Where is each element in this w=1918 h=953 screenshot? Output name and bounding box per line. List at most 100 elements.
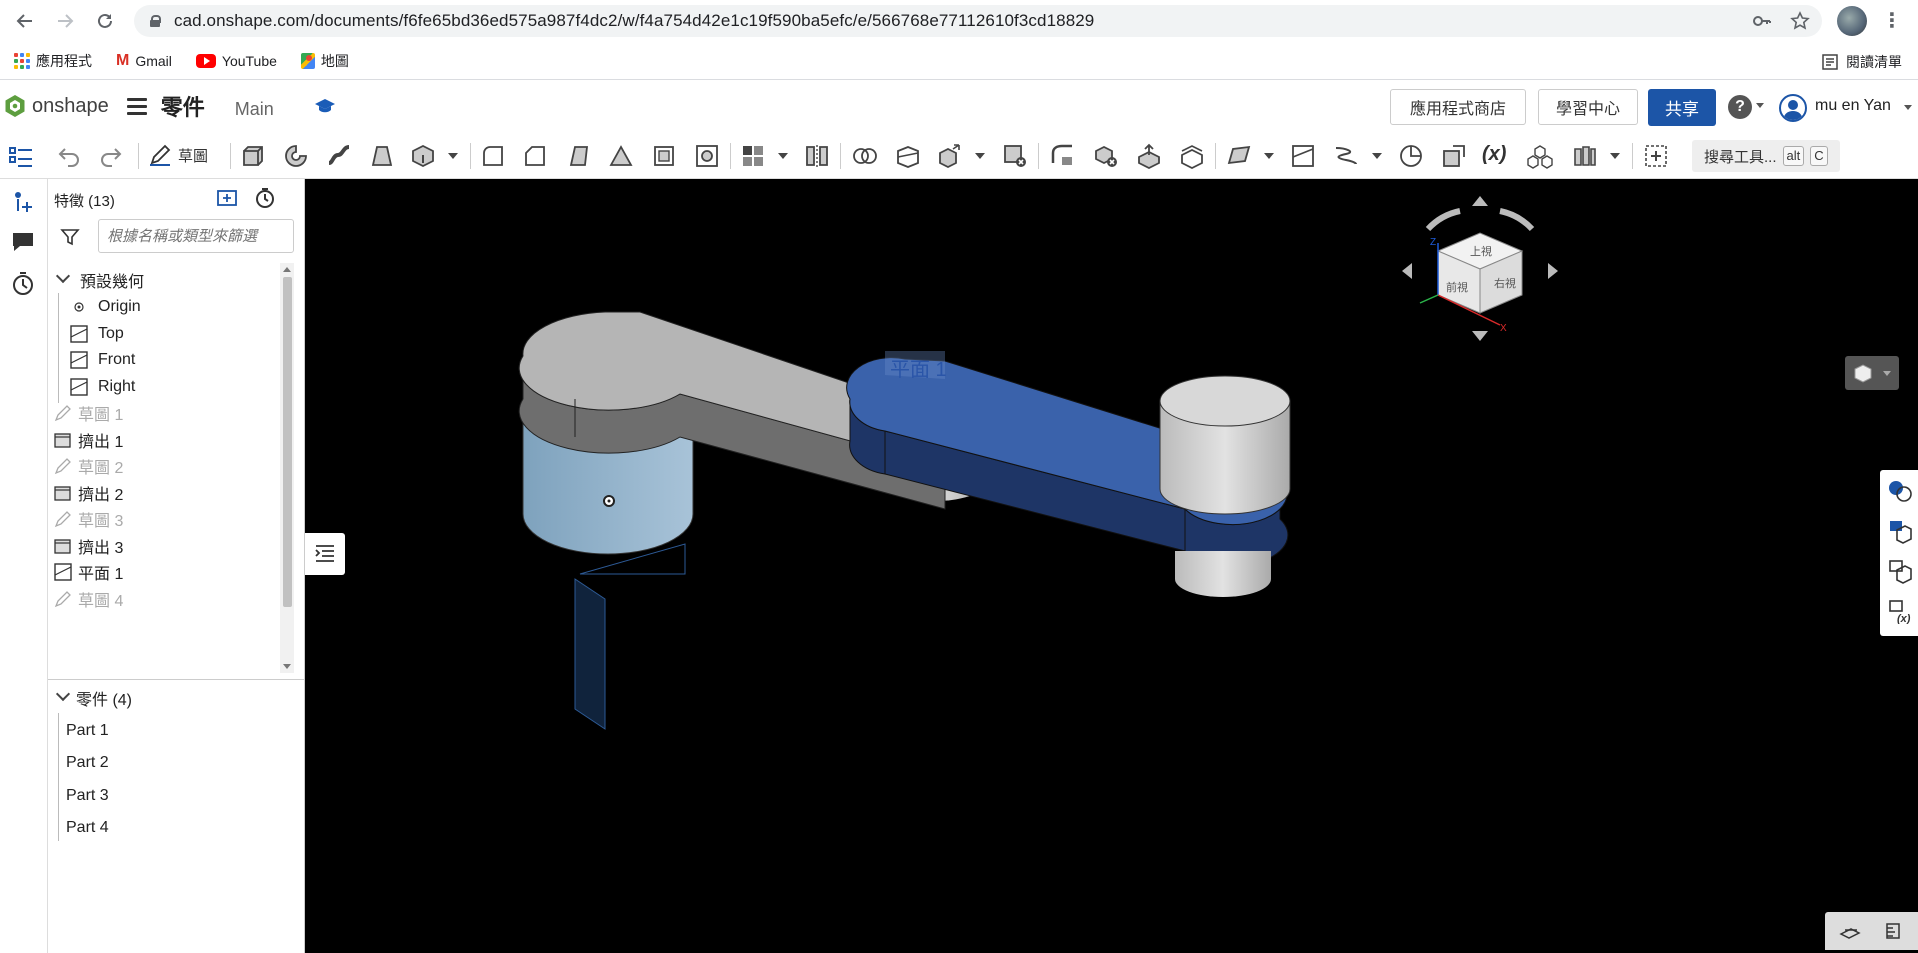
helix-icon[interactable] (1333, 143, 1359, 169)
view-options-dropdown[interactable] (1845, 356, 1899, 390)
derived-icon[interactable] (1441, 143, 1467, 169)
undo-icon[interactable] (56, 143, 82, 169)
feature-list-toggle[interactable] (305, 533, 345, 575)
replace-face-icon[interactable] (1179, 143, 1205, 169)
chevron-down-icon[interactable] (55, 268, 71, 284)
default-geometry-group[interactable]: 預設幾何 (52, 265, 144, 295)
address-bar[interactable]: cad.onshape.com/documents/f6fe65bd36ed57… (134, 5, 1822, 37)
workspace-branch[interactable]: Main (235, 99, 274, 120)
measure-icon[interactable] (1398, 143, 1424, 169)
menu-icon[interactable] (126, 97, 147, 115)
scrollbar-thumb[interactable] (283, 277, 292, 607)
featurescript-icon[interactable] (1527, 143, 1553, 169)
add-custom-feature-icon[interactable] (1643, 143, 1669, 169)
rib-icon[interactable] (608, 143, 634, 169)
part-item[interactable]: Part 4 (66, 813, 109, 843)
star-icon[interactable] (1790, 11, 1810, 31)
rotate-down-icon[interactable] (1472, 331, 1488, 341)
scroll-down-icon[interactable] (283, 664, 291, 669)
sweep-icon[interactable] (326, 143, 352, 169)
chevron-down-icon[interactable] (1883, 371, 1891, 376)
browser-profile-avatar[interactable] (1837, 6, 1867, 36)
view-cube[interactable]: 上視 前視 右視 Z X (1400, 191, 1560, 341)
bookmark-maps[interactable]: 地圖 (300, 51, 349, 71)
part-item[interactable]: Part 3 (66, 781, 109, 811)
thicken-icon[interactable] (410, 143, 436, 169)
chevron-down-icon[interactable] (975, 153, 985, 159)
chevron-down-icon[interactable] (778, 153, 788, 159)
user-name[interactable]: mu en Yan (1815, 97, 1891, 115)
chamfer-icon[interactable] (522, 143, 548, 169)
chevron-down-icon[interactable] (1372, 153, 1382, 159)
part-item[interactable]: Part 2 (66, 748, 109, 778)
bookmark-youtube[interactable]: YouTube (195, 53, 277, 69)
plane-surface[interactable] (574, 578, 606, 730)
help-icon[interactable]: ? (1728, 95, 1752, 119)
user-avatar-icon[interactable] (1779, 94, 1807, 122)
rollback-timer-icon[interactable] (254, 187, 276, 209)
search-tools-button[interactable]: 搜尋工具... alt C (1692, 140, 1840, 172)
parts-group[interactable]: 零件 (4) (52, 683, 132, 713)
delete-face-icon[interactable] (1093, 143, 1119, 169)
url-text[interactable]: cad.onshape.com/documents/f6fe65bd36ed57… (174, 11, 1094, 31)
chevron-down-icon[interactable] (1610, 153, 1620, 159)
key-icon[interactable] (1752, 11, 1772, 31)
back-button[interactable] (10, 6, 40, 36)
mirror-icon[interactable] (804, 143, 830, 169)
variables-panel-icon[interactable]: (x) (1887, 598, 1913, 624)
rotate-left-icon[interactable] (1402, 263, 1412, 279)
tree-item-plane-1[interactable]: 平面 1 (54, 557, 123, 587)
sketch-button[interactable]: 草圖 (148, 143, 208, 167)
mate-connector-icon[interactable] (1290, 143, 1316, 169)
graduation-cap-icon[interactable] (314, 97, 336, 115)
reload-button[interactable] (90, 6, 120, 36)
bookmark-gmail[interactable]: M Gmail (116, 52, 172, 70)
section-view-icon[interactable] (1839, 920, 1861, 942)
insert-icon[interactable] (10, 189, 36, 215)
onshape-logo[interactable]: onshape (4, 94, 109, 118)
add-folder-icon[interactable] (216, 187, 238, 209)
forward-button[interactable] (50, 6, 80, 36)
graphics-viewport[interactable]: 平面 1 上視 前視 右視 Z X (305, 179, 1918, 953)
redo-icon[interactable] (98, 143, 124, 169)
scroll-up-icon[interactable] (283, 267, 291, 272)
tree-item-sketch-2[interactable]: 草圖 2 (54, 451, 123, 481)
comment-icon[interactable] (10, 229, 36, 255)
rotate-right-icon[interactable] (1548, 263, 1558, 279)
loft-icon[interactable] (369, 143, 395, 169)
measure-ruler-icon[interactable] (1883, 920, 1905, 942)
sheet-metal-icon[interactable] (1572, 143, 1598, 169)
move-face-icon[interactable] (1136, 143, 1162, 169)
cad-model[interactable]: 平面 1 (305, 179, 1918, 953)
plane-icon[interactable] (1226, 143, 1252, 169)
app-store-button[interactable]: 應用程式商店 (1390, 89, 1526, 125)
fillet-icon[interactable] (480, 143, 506, 169)
reading-list-button[interactable]: 閱讀清單 (1822, 52, 1902, 72)
feature-tree-scrollbar[interactable] (280, 263, 294, 673)
chevron-down-icon[interactable] (1904, 105, 1912, 110)
appearance-icon[interactable] (1887, 478, 1913, 504)
chevron-down-icon[interactable] (1756, 103, 1764, 108)
chevron-down-icon[interactable] (448, 153, 458, 159)
hole-icon[interactable] (694, 143, 720, 169)
chevron-down-icon[interactable] (55, 686, 71, 702)
delete-part-icon[interactable] (1002, 143, 1028, 169)
document-title[interactable]: 零件 (161, 90, 205, 122)
boolean-icon[interactable] (852, 143, 878, 169)
learning-center-button[interactable]: 學習中心 (1538, 89, 1638, 125)
tree-item-sketch-1[interactable]: 草圖 1 (54, 398, 123, 428)
mass-properties-icon[interactable] (1887, 518, 1913, 544)
roll-right-icon[interactable] (1499, 208, 1535, 232)
filter-icon[interactable] (60, 227, 80, 247)
configurations-icon[interactable] (1887, 558, 1913, 584)
linear-pattern-icon[interactable] (740, 143, 766, 169)
feature-filter-input[interactable] (98, 219, 294, 253)
tree-item-front-plane[interactable]: Front (70, 345, 135, 375)
bookmark-apps[interactable]: 應用程式 (14, 51, 92, 71)
tree-item-sketch-3[interactable]: 草圖 3 (54, 504, 123, 534)
revolve-icon[interactable] (283, 143, 309, 169)
modify-fillet-icon[interactable] (1050, 143, 1076, 169)
extrude-icon[interactable] (240, 143, 266, 169)
split-icon[interactable] (895, 143, 921, 169)
share-button[interactable]: 共享 (1648, 89, 1716, 126)
